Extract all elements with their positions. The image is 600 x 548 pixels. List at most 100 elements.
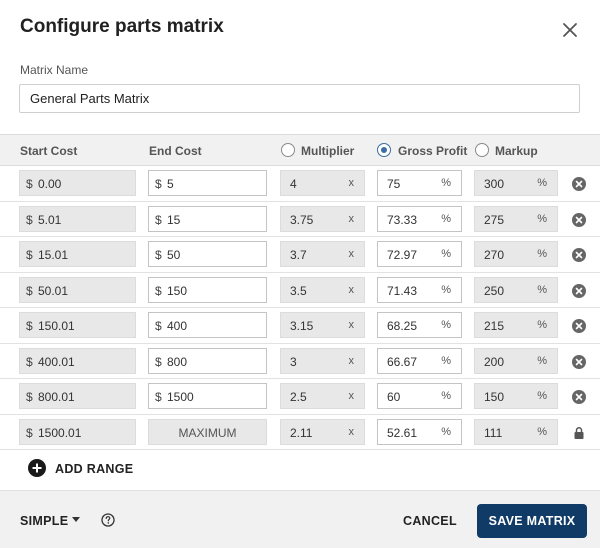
matrix-table-header: Start Cost End Cost Multiplier Gross Pro… — [0, 134, 600, 166]
percent-symbol: % — [537, 354, 547, 367]
gross-profit-value: 75 — [387, 177, 401, 191]
gross-profit-field[interactable]: 60% — [377, 383, 462, 409]
markup-header: Markup — [495, 144, 538, 158]
multiplier-value: 3.75 — [290, 212, 314, 227]
end-cost-field: MAXIMUM — [148, 418, 267, 445]
multiplier-value: 4 — [290, 177, 297, 191]
multiplier-field: 2.5 x — [280, 383, 365, 409]
end-cost-value: 1500 — [167, 390, 194, 404]
markup-field: 150% — [474, 383, 558, 409]
gross-profit-field[interactable]: 72.97% — [377, 241, 462, 267]
currency-symbol: $ — [26, 177, 33, 191]
times-symbol: x — [348, 390, 355, 402]
times-symbol: x — [348, 177, 355, 189]
markup-radio[interactable] — [475, 143, 489, 157]
end-cost-field[interactable]: $1500 — [148, 383, 267, 409]
currency-symbol: $ — [26, 212, 33, 227]
remove-row-icon[interactable] — [572, 390, 586, 404]
save-matrix-button[interactable]: SAVE MATRIX — [477, 504, 587, 538]
percent-symbol: % — [537, 248, 547, 260]
start-cost-field: $800.01 — [19, 383, 136, 409]
times-symbol: x — [348, 354, 355, 367]
multiplier-header: Multiplier — [301, 144, 355, 158]
markup-field: 215% — [474, 312, 558, 338]
remove-row-icon[interactable] — [572, 248, 586, 262]
end-cost-value: 400 — [167, 319, 188, 333]
matrix-name-label: Matrix Name — [20, 63, 89, 77]
matrix-row: $0.00 $5 4 x 75% 300% — [0, 166, 600, 202]
matrix-row: $800.01 $1500 2.5 x 60% 150% — [0, 379, 600, 415]
percent-symbol: % — [441, 354, 451, 367]
gross-profit-value: 71.43 — [387, 283, 418, 298]
cancel-button[interactable]: CANCEL — [403, 514, 457, 528]
matrix-row: $400.01 $800 3 x 66.67% 200% — [0, 344, 600, 379]
times-symbol: x — [348, 319, 355, 331]
remove-row-icon[interactable] — [572, 319, 586, 333]
multiplier-field: 4x — [280, 170, 365, 196]
matrix-name-input[interactable] — [19, 84, 580, 113]
remove-row-icon[interactable] — [572, 283, 586, 298]
percent-symbol: % — [537, 212, 547, 225]
currency-symbol: $ — [155, 177, 162, 191]
percent-symbol: % — [441, 177, 451, 189]
gross-profit-value: 73.33 — [387, 212, 418, 227]
end-cost-field[interactable]: $800 — [148, 347, 267, 374]
start-cost-value: 1500.01 — [38, 425, 82, 440]
caret-down-icon[interactable] — [72, 517, 80, 523]
markup-value: 275 — [484, 212, 505, 227]
multiplier-field: 3.15 x — [280, 312, 365, 338]
end-cost-value: 150 — [167, 283, 188, 298]
currency-symbol: $ — [26, 354, 33, 369]
remove-row-icon[interactable] — [572, 212, 586, 227]
end-cost-field[interactable]: $400 — [148, 312, 267, 338]
end-cost-field[interactable]: $50 — [148, 241, 267, 267]
multiplier-field: 2.11 x — [280, 418, 365, 445]
percent-symbol: % — [537, 283, 547, 296]
percent-symbol: % — [441, 390, 451, 402]
gross-profit-field[interactable]: 68.25% — [377, 312, 462, 338]
end-cost-value: 50 — [167, 248, 181, 262]
end-cost-field[interactable]: $150 — [148, 276, 267, 303]
multiplier-radio[interactable] — [281, 143, 295, 157]
end-cost-field[interactable]: $15 — [148, 205, 267, 232]
remove-row-icon[interactable] — [572, 177, 586, 191]
gross-profit-field[interactable]: 66.67% — [377, 347, 462, 374]
markup-value: 270 — [484, 248, 505, 262]
times-symbol: x — [348, 425, 355, 438]
gross-profit-field[interactable]: 52.61% — [377, 418, 462, 445]
end-cost-field[interactable]: $5 — [148, 170, 267, 196]
multiplier-value: 3.15 — [290, 319, 314, 333]
dialog-title: Configure parts matrix — [20, 16, 224, 37]
markup-field: 250% — [474, 276, 558, 303]
start-cost-field: $400.01 — [19, 347, 136, 374]
currency-symbol: $ — [26, 319, 33, 333]
end-cost-value: 800 — [167, 354, 188, 369]
gross-profit-radio[interactable] — [377, 143, 391, 157]
mode-dropdown[interactable]: SIMPLE — [20, 514, 68, 528]
markup-field: 111% — [474, 418, 558, 445]
currency-symbol: $ — [26, 390, 33, 404]
matrix-row: $1500.01 MAXIMUM 2.11 x 52.61% 111% — [0, 415, 600, 450]
start-cost-field: $50.01 — [19, 276, 136, 303]
matrix-row: $150.01 $400 3.15 x 68.25% 215% — [0, 308, 600, 344]
percent-symbol: % — [441, 319, 451, 331]
close-icon[interactable] — [560, 20, 580, 40]
multiplier-value: 3.5 — [290, 283, 307, 298]
markup-value: 300 — [484, 177, 505, 191]
gross-profit-field[interactable]: 71.43% — [377, 276, 462, 303]
markup-field: 200% — [474, 347, 558, 374]
help-icon[interactable] — [101, 513, 115, 527]
gross-profit-field[interactable]: 75% — [377, 170, 462, 196]
matrix-row: $5.01 $15 3.75 x 73.33% 275% — [0, 202, 600, 237]
percent-symbol: % — [537, 425, 547, 438]
gross-profit-field[interactable]: 73.33% — [377, 205, 462, 232]
currency-symbol: $ — [155, 212, 162, 227]
percent-symbol: % — [441, 212, 451, 225]
start-cost-value: 15.01 — [38, 248, 69, 262]
start-cost-field: $5.01 — [19, 205, 136, 232]
currency-symbol: $ — [26, 283, 33, 298]
end-cost-header: End Cost — [149, 144, 202, 158]
gross-profit-value: 66.67 — [387, 354, 418, 369]
remove-row-icon[interactable] — [572, 354, 586, 369]
markup-field: 300% — [474, 170, 558, 196]
